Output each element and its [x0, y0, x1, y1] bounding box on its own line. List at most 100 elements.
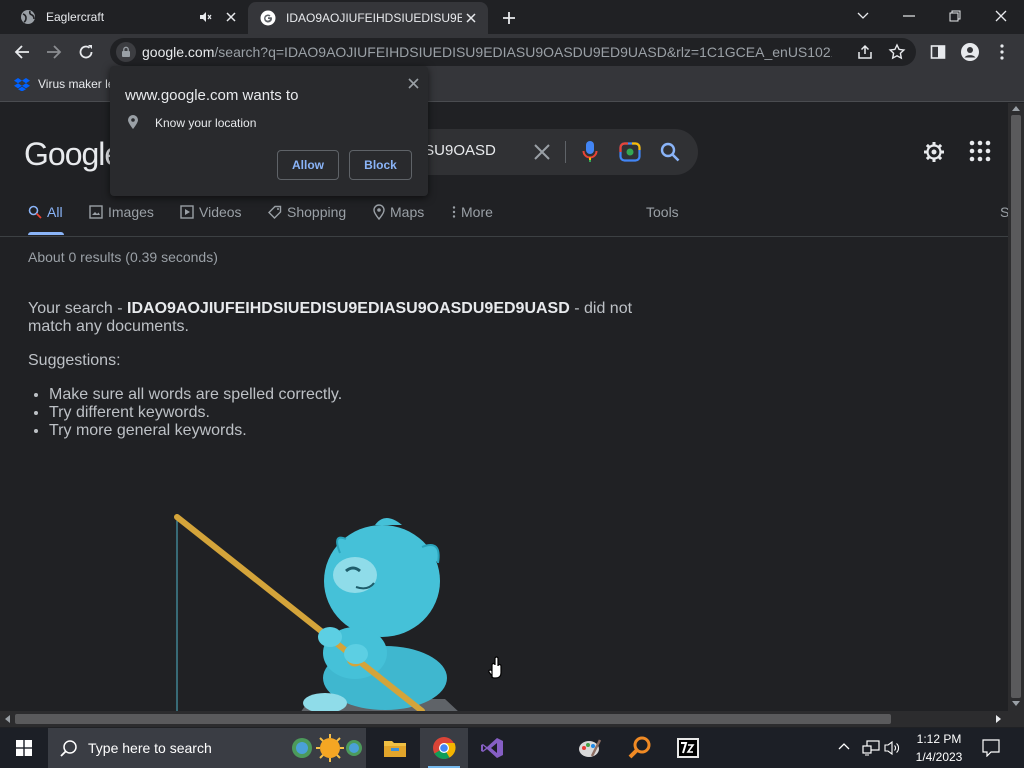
google-g-icon: [260, 10, 276, 26]
list-item: Try more general keywords.: [49, 422, 342, 440]
bookmark-item[interactable]: Virus maker le: [14, 77, 114, 91]
windows-start-icon[interactable]: [0, 728, 48, 768]
taskbar-search-placeholder: Type here to search: [88, 740, 212, 756]
suggestions-heading: Suggestions:: [28, 352, 121, 369]
search-divider: [565, 141, 566, 163]
scroll-left-icon[interactable]: [4, 715, 10, 723]
weather-sun-icon[interactable]: [288, 733, 364, 763]
horizontal-scroll-thumb[interactable]: [15, 714, 891, 724]
scrollbar-corner: [1008, 711, 1024, 727]
url-text[interactable]: google.com/search?q=IDAO9AOJIUFEIHDSIUED…: [142, 44, 832, 60]
active-tab-indicator: [28, 232, 64, 235]
scroll-up-icon[interactable]: [1012, 105, 1020, 111]
google-logo[interactable]: Google: [24, 136, 122, 173]
tab-title: Eaglercraft: [46, 10, 105, 24]
seven-zip-icon[interactable]: [664, 728, 712, 768]
side-panel-icon[interactable]: [926, 40, 950, 64]
permission-request-text: Know your location: [155, 116, 257, 130]
tab-more[interactable]: More: [452, 204, 493, 220]
suggestions-list: Make sure all words are spelled correctl…: [49, 386, 342, 440]
tab-eaglercraft[interactable]: Eaglercraft: [8, 0, 248, 34]
location-pin-icon: [127, 114, 139, 130]
file-explorer-icon[interactable]: [371, 728, 419, 768]
fishing-monster-illustration: [160, 503, 480, 711]
globe-icon: [20, 9, 36, 25]
clear-search-icon[interactable]: [533, 143, 551, 161]
tab-all[interactable]: All: [28, 204, 63, 220]
horizontal-scrollbar[interactable]: [0, 711, 1008, 727]
vertical-scroll-thumb[interactable]: [1011, 115, 1021, 698]
no-results-query: IDAO9AOJIUFEIHDSIUEDISU9EDIASU9OASDU9ED9…: [127, 300, 570, 317]
search-type-tabs: All Images Videos Shopping Maps More Too…: [0, 199, 1008, 237]
magnifier-app-icon[interactable]: [616, 728, 664, 768]
vertical-scrollbar[interactable]: [1008, 103, 1024, 711]
allow-button[interactable]: Allow: [277, 150, 339, 180]
tab-label: More: [461, 204, 493, 220]
tab-label: All: [47, 204, 63, 220]
close-tab-icon[interactable]: [222, 8, 240, 26]
image-icon: [89, 205, 108, 219]
search-icon: [60, 739, 78, 757]
search-icon[interactable]: [660, 142, 680, 162]
url-path: /search?q=IDAO9AOJIUFEIHDSIUEDISU9EDIASU…: [214, 44, 832, 60]
no-results-message: Your search - IDAO9AOJIUFEIHDSIUEDISU9ED…: [28, 300, 648, 336]
minimize-icon[interactable]: [886, 0, 932, 32]
tag-icon: [268, 205, 287, 219]
address-bar[interactable]: google.com/search?q=IDAO9AOJIUFEIHDSIUED…: [110, 38, 916, 66]
tab-shopping[interactable]: Shopping: [268, 204, 346, 220]
url-host: google.com: [142, 44, 215, 60]
gear-icon[interactable]: [922, 140, 946, 164]
bookmark-star-icon[interactable]: [888, 43, 906, 61]
scroll-right-icon[interactable]: [996, 715, 1002, 723]
network-icon[interactable]: [862, 740, 880, 756]
lock-icon[interactable]: [116, 42, 136, 62]
visual-studio-icon[interactable]: [468, 728, 516, 768]
close-window-icon[interactable]: [978, 0, 1024, 32]
location-permission-popup: www.google.com wants to Know your locati…: [110, 66, 428, 196]
tools-button[interactable]: Tools: [646, 204, 679, 220]
chrome-icon[interactable]: [420, 728, 468, 768]
list-item: Make sure all words are spelled correctl…: [49, 386, 342, 404]
volume-icon[interactable]: [884, 740, 900, 756]
tab-title: IDAO9AOJIUFEIHDSIUEDISU9EDIASU9OASDU9ED9…: [286, 11, 462, 25]
notifications-icon[interactable]: [982, 739, 1000, 757]
tab-videos[interactable]: Videos: [180, 204, 242, 220]
tab-search-chevron-icon[interactable]: [840, 0, 886, 32]
back-arrow-icon[interactable]: [10, 40, 34, 64]
map-pin-icon: [373, 204, 390, 220]
truncated-link[interactable]: S: [1000, 204, 1008, 220]
clock-time[interactable]: 1:12 PM: [902, 732, 976, 746]
clock-date[interactable]: 1/4/2023: [902, 750, 976, 764]
tab-strip: Eaglercraft IDAO9AOJIUFEIHDSIUEDISU9EDIA…: [0, 0, 1024, 34]
tab-maps[interactable]: Maps: [373, 204, 424, 220]
taskbar-search-input[interactable]: Type here to search: [48, 728, 366, 768]
list-item: Try different keywords.: [49, 404, 342, 422]
forward-arrow-icon[interactable]: [42, 40, 66, 64]
result-stats: About 0 results (0.39 seconds): [28, 249, 218, 265]
reload-icon[interactable]: [74, 40, 98, 64]
close-tab-icon[interactable]: [462, 9, 480, 27]
hand-cursor-icon: [486, 656, 504, 680]
camera-lens-icon[interactable]: [619, 142, 641, 162]
new-tab-icon[interactable]: [498, 7, 520, 29]
restore-icon[interactable]: [932, 0, 978, 32]
profile-avatar-icon[interactable]: [958, 40, 982, 64]
video-icon: [180, 205, 199, 219]
microphone-icon[interactable]: [582, 140, 598, 164]
speaker-muted-icon[interactable]: [198, 10, 212, 24]
paint-palette-icon[interactable]: [566, 728, 614, 768]
permission-title: www.google.com wants to: [125, 87, 299, 104]
close-icon[interactable]: [404, 74, 422, 92]
browser-toolbar: google.com/search?q=IDAO9AOJIUFEIHDSIUED…: [0, 34, 1024, 70]
share-icon[interactable]: [856, 43, 874, 61]
tab-google-search[interactable]: IDAO9AOJIUFEIHDSIUEDISU9EDIASU9OASDU9ED9…: [248, 2, 488, 34]
tab-images[interactable]: Images: [89, 204, 154, 220]
block-button[interactable]: Block: [349, 150, 412, 180]
tray-chevron-up-icon[interactable]: [838, 742, 850, 750]
tab-label: Videos: [199, 204, 242, 220]
bookmark-label: Virus maker le: [38, 77, 115, 91]
menu-kebab-icon[interactable]: [990, 40, 1014, 64]
apps-grid-icon[interactable]: [969, 140, 991, 162]
tab-label: Maps: [390, 204, 425, 220]
scroll-down-icon[interactable]: [1012, 701, 1020, 707]
